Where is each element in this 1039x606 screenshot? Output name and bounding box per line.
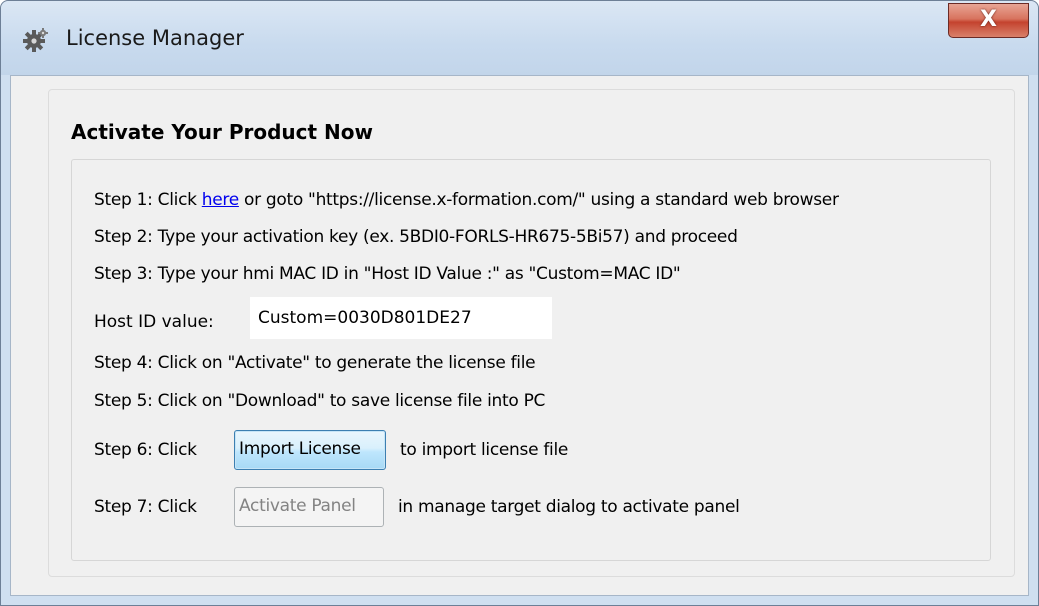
window-title: License Manager xyxy=(66,26,244,50)
step-4: Step 4: Click on "Activate" to generate … xyxy=(94,353,536,373)
license-manager-window: License Manager X Activate Your Product … xyxy=(0,0,1039,606)
step-7-suffix: in manage target dialog to activate pane… xyxy=(398,497,740,517)
activation-group: Activate Your Product Now Step 1: Click … xyxy=(48,89,1015,577)
host-id-label: Host ID value: xyxy=(94,312,214,332)
step-1: Step 1: Click here or goto "https://lice… xyxy=(94,190,839,210)
close-button[interactable]: X xyxy=(948,3,1029,38)
client-area: Activate Your Product Now Step 1: Click … xyxy=(10,75,1029,596)
title-bar[interactable]: License Manager X xyxy=(1,1,1038,75)
activate-panel-button: Activate Panel xyxy=(234,487,384,527)
step-1-prefix: Step 1: Click xyxy=(94,190,202,210)
step-6-suffix: to import license file xyxy=(400,440,569,460)
here-link[interactable]: here xyxy=(202,190,239,210)
step-7-prefix: Step 7: Click xyxy=(94,497,197,517)
group-title: Activate Your Product Now xyxy=(71,120,373,144)
gear-icon xyxy=(23,28,48,52)
step-3: Step 3: Type your hmi MAC ID in "Host ID… xyxy=(94,264,681,284)
step-6-prefix: Step 6: Click xyxy=(94,440,197,460)
import-license-button[interactable]: Import License xyxy=(234,430,386,470)
step-2: Step 2: Type your activation key (ex. 5B… xyxy=(94,227,738,247)
host-id-field[interactable]: Custom=0030D801DE27 xyxy=(250,297,552,339)
step-1-suffix: or goto "https://license.x-formation.com… xyxy=(238,190,839,210)
step-5: Step 5: Click on "Download" to save lice… xyxy=(94,391,546,411)
steps-panel: Step 1: Click here or goto "https://lice… xyxy=(71,159,991,561)
